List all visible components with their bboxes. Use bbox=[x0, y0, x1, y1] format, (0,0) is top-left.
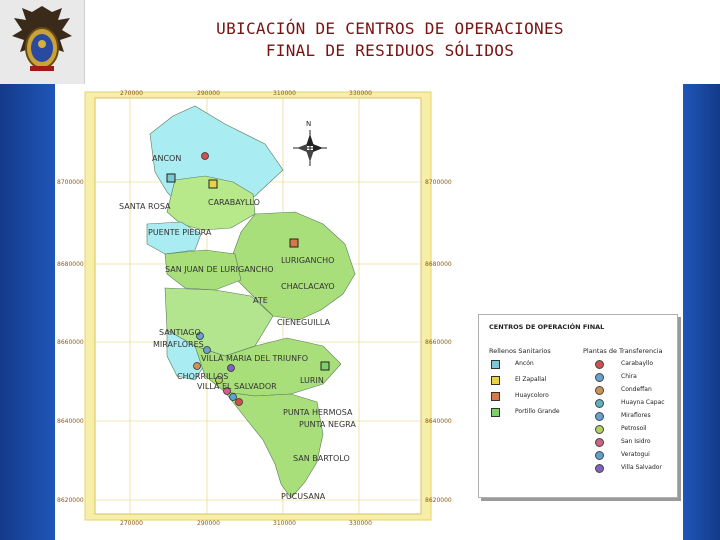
map-legend: CENTROS DE OPERACIÓN FINAL Rellenos Sani… bbox=[478, 314, 678, 498]
coord-y-1: 8700000 bbox=[57, 179, 84, 186]
planta-item: Miraflores bbox=[621, 412, 651, 419]
planta-item: Petrosoil bbox=[621, 425, 647, 432]
planta-item: Villa Salvador bbox=[621, 464, 662, 471]
coord-y-right-4: 8640000 bbox=[425, 418, 452, 425]
planta-swatch bbox=[595, 425, 604, 434]
planta-item: Condeffan bbox=[621, 386, 652, 393]
coord-y-5: 8620000 bbox=[57, 497, 84, 504]
relleno-item: Huaycoloro bbox=[515, 392, 549, 399]
coord-x-2: 290000 bbox=[197, 90, 220, 97]
district-label: SAN BARTOLO bbox=[293, 454, 350, 463]
relleno-swatch bbox=[491, 408, 500, 417]
coord-x-3: 310000 bbox=[273, 90, 296, 97]
district-label: SAN JUAN DE LURIGANCHO bbox=[165, 265, 274, 274]
district-label: CARABAYLLO bbox=[208, 198, 260, 207]
planta-item: Huayna Capac bbox=[621, 399, 665, 406]
planta-item: Carabayllo bbox=[621, 360, 654, 367]
district-label: MIRAFLORES bbox=[153, 340, 204, 349]
right-side-bar bbox=[683, 84, 720, 540]
district-label: SANTA ROSA bbox=[119, 202, 171, 211]
planta-swatch bbox=[595, 412, 604, 421]
coord-y-right-1: 8700000 bbox=[425, 179, 452, 186]
left-side-bar bbox=[0, 84, 55, 540]
planta-swatch bbox=[595, 386, 604, 395]
coord-x-bottom-4: 330000 bbox=[349, 520, 372, 527]
district-label: CHACLACAYO bbox=[281, 282, 335, 291]
shield-icon bbox=[12, 6, 72, 71]
coord-y-3: 8660000 bbox=[57, 339, 84, 346]
coord-x-bottom-1: 270000 bbox=[120, 520, 143, 527]
district-label: LURIN bbox=[300, 376, 324, 385]
coord-y-right-2: 8680000 bbox=[425, 261, 452, 268]
district-label: PUNTA HERMOSA bbox=[283, 408, 353, 417]
coord-x-bottom-2: 290000 bbox=[197, 520, 220, 527]
planta-swatch bbox=[595, 438, 604, 447]
relleno-item: Ancón bbox=[515, 360, 534, 367]
planta-swatch bbox=[595, 399, 604, 408]
north-label: N bbox=[306, 120, 312, 128]
district-label: VILLA MARIA DEL TRIUNFO bbox=[201, 354, 309, 363]
relleno-swatch bbox=[491, 392, 500, 401]
title-line-1: UBICACIÓN DE CENTROS DE OPERACIONES bbox=[216, 19, 564, 38]
coord-x-1: 270000 bbox=[120, 90, 143, 97]
district-label: CIENEGUILLA bbox=[277, 318, 331, 327]
district-label: PUENTE PIEDRA bbox=[148, 228, 212, 237]
coord-y-2: 8680000 bbox=[57, 261, 84, 268]
header: UBICACIÓN DE CENTROS DE OPERACIONES FINA… bbox=[0, 0, 720, 84]
coord-x-4: 330000 bbox=[349, 90, 372, 97]
relleno-item: Portillo Grande bbox=[515, 408, 560, 415]
legend-col-plantas: Plantas de Transferencia bbox=[583, 347, 663, 355]
planta-swatch bbox=[595, 373, 604, 382]
planta-swatch bbox=[595, 360, 604, 369]
district-label: VILLA EL SALVADOR bbox=[197, 382, 277, 391]
planta-item: Chira bbox=[621, 373, 637, 380]
district-label: ANCON bbox=[152, 154, 182, 163]
district-label: SANTIAGO bbox=[159, 328, 201, 337]
planta-swatch bbox=[595, 464, 604, 473]
relleno-swatch bbox=[491, 376, 500, 385]
coord-x-bottom-3: 310000 bbox=[273, 520, 296, 527]
legend-col-rellenos: Rellenos Sanitarios bbox=[489, 347, 551, 355]
legend-title: CENTROS DE OPERACIÓN FINAL bbox=[489, 323, 605, 331]
district-label: PUNTA NEGRA bbox=[299, 420, 356, 429]
district-label: CHORRILLOS bbox=[177, 372, 229, 381]
planta-swatch bbox=[595, 451, 604, 460]
planta-item: Veratogui bbox=[621, 451, 650, 458]
relleno-swatch bbox=[491, 360, 500, 369]
relleno-item: El Zapallal bbox=[515, 376, 547, 383]
district-label: PUCUSANA bbox=[281, 492, 326, 501]
district-label: LURIGANCHO bbox=[281, 256, 335, 265]
coord-y-right-5: 8620000 bbox=[425, 497, 452, 504]
coat-of-arms-logo bbox=[0, 0, 85, 84]
title-line-2: FINAL DE RESIDUOS SÓLIDOS bbox=[265, 41, 515, 60]
district-label: ATE bbox=[253, 296, 268, 305]
coord-y-4: 8640000 bbox=[57, 418, 84, 425]
coord-y-right-3: 8660000 bbox=[425, 339, 452, 346]
page-title: UBICACIÓN DE CENTROS DE OPERACIONES FINA… bbox=[120, 18, 660, 62]
planta-item: San Isidro bbox=[621, 438, 651, 445]
